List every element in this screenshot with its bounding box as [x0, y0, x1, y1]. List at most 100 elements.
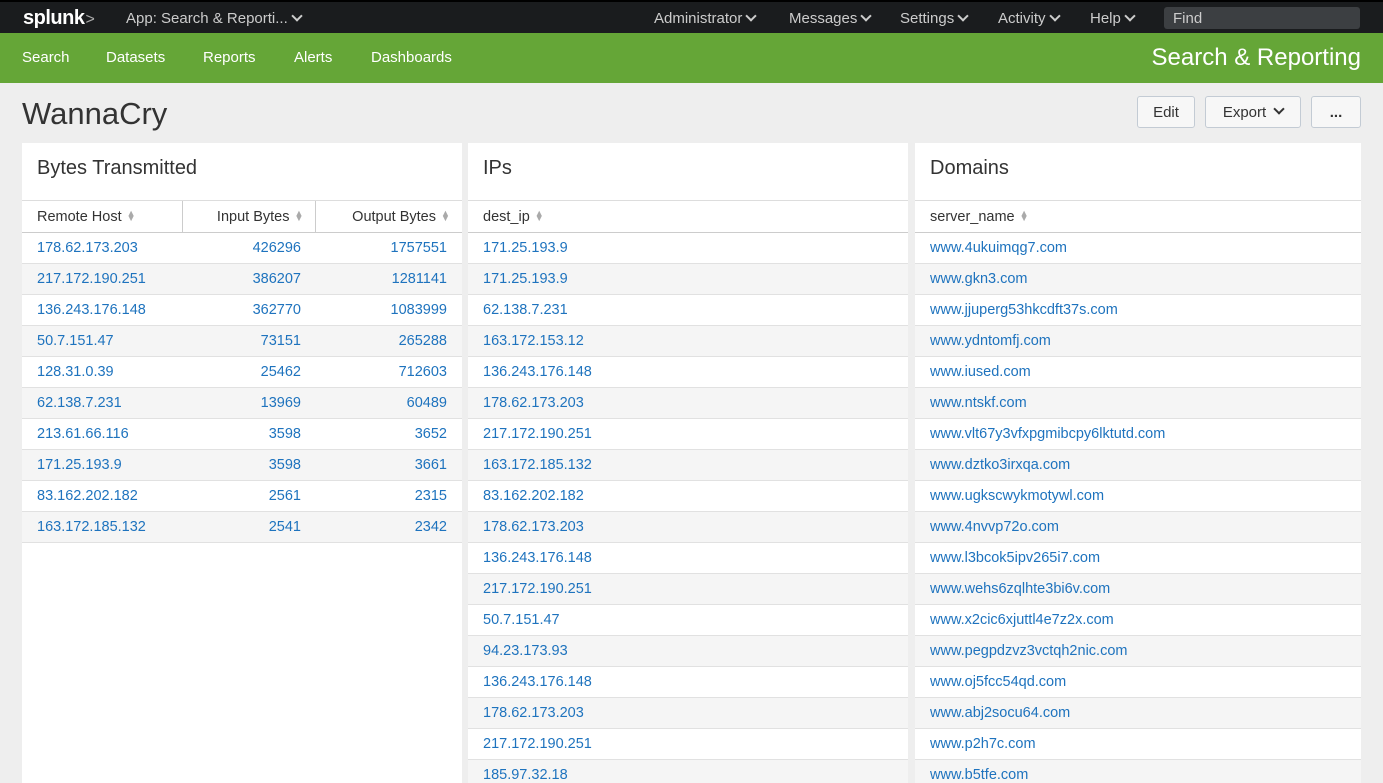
- nav-dashboards[interactable]: Dashboards: [371, 49, 452, 66]
- remote-host-cell[interactable]: 50.7.151.47: [22, 326, 183, 357]
- table-row: 178.62.173.2034262961757551: [22, 233, 462, 264]
- find-input[interactable]: [1164, 7, 1360, 29]
- input-bytes-cell[interactable]: 426296: [183, 233, 316, 264]
- ips-table: dest_ip▲▼ 171.25.193.9171.25.193.962.138…: [468, 201, 908, 783]
- dest-ip-cell[interactable]: 178.62.173.203: [468, 698, 908, 729]
- server-name-cell[interactable]: www.4nvvp72o.com: [915, 512, 1361, 543]
- server-name-cell[interactable]: www.dztko3irxqa.com: [915, 450, 1361, 481]
- input-bytes-cell[interactable]: 2541: [183, 512, 316, 543]
- output-bytes-cell[interactable]: 1281141: [316, 264, 462, 295]
- server-name-cell[interactable]: www.jjuperg53hkcdft37s.com: [915, 295, 1361, 326]
- remote-host-cell[interactable]: 213.61.66.116: [22, 419, 183, 450]
- server-name-cell[interactable]: www.abj2socu64.com: [915, 698, 1361, 729]
- dest-ip-cell[interactable]: 163.172.185.132: [468, 450, 908, 481]
- input-bytes-cell[interactable]: 3598: [183, 450, 316, 481]
- server-name-cell[interactable]: www.iused.com: [915, 357, 1361, 388]
- input-bytes-cell[interactable]: 3598: [183, 419, 316, 450]
- column-header-input-bytes[interactable]: Input Bytes▲▼: [183, 201, 316, 233]
- remote-host-cell[interactable]: 217.172.190.251: [22, 264, 183, 295]
- panel-domains: Domains server_name▲▼ www.4ukuimqg7.comw…: [915, 143, 1361, 783]
- server-name-cell[interactable]: www.b5tfe.com: [915, 760, 1361, 783]
- input-bytes-cell[interactable]: 362770: [183, 295, 316, 326]
- server-name-cell[interactable]: www.vlt67y3vfxpgmibcpy6lktutd.com: [915, 419, 1361, 450]
- column-label: Remote Host: [37, 209, 122, 225]
- menu-messages[interactable]: Messages: [789, 10, 870, 27]
- splunk-logo[interactable]: splunk>: [23, 7, 94, 30]
- output-bytes-cell[interactable]: 2342: [316, 512, 462, 543]
- menu-label: Administrator: [654, 10, 742, 27]
- dest-ip-cell[interactable]: 178.62.173.203: [468, 512, 908, 543]
- remote-host-cell[interactable]: 128.31.0.39: [22, 357, 183, 388]
- nav-datasets[interactable]: Datasets: [106, 49, 165, 66]
- output-bytes-cell[interactable]: 712603: [316, 357, 462, 388]
- remote-host-cell[interactable]: 136.243.176.148: [22, 295, 183, 326]
- output-bytes-cell[interactable]: 3661: [316, 450, 462, 481]
- edit-button[interactable]: Edit: [1137, 96, 1195, 128]
- nav-alerts[interactable]: Alerts: [294, 49, 332, 66]
- server-name-cell[interactable]: www.ydntomfj.com: [915, 326, 1361, 357]
- dest-ip-cell[interactable]: 136.243.176.148: [468, 543, 908, 574]
- column-header-remote-host[interactable]: Remote Host▲▼: [22, 201, 183, 233]
- output-bytes-cell[interactable]: 60489: [316, 388, 462, 419]
- bytes-table: Remote Host▲▼ Input Bytes▲▼ Output Bytes…: [22, 201, 462, 543]
- table-row: 136.243.176.1483627701083999: [22, 295, 462, 326]
- input-bytes-cell[interactable]: 25462: [183, 357, 316, 388]
- dest-ip-cell[interactable]: 136.243.176.148: [468, 667, 908, 698]
- input-bytes-cell[interactable]: 73151: [183, 326, 316, 357]
- column-header-output-bytes[interactable]: Output Bytes▲▼: [316, 201, 462, 233]
- server-name-cell[interactable]: www.ntskf.com: [915, 388, 1361, 419]
- nav-reports[interactable]: Reports: [203, 49, 256, 66]
- input-bytes-cell[interactable]: 386207: [183, 264, 316, 295]
- server-name-cell[interactable]: www.oj5fcc54qd.com: [915, 667, 1361, 698]
- input-bytes-cell[interactable]: 13969: [183, 388, 316, 419]
- panel-bytes-transmitted: Bytes Transmitted Remote Host▲▼ Input By…: [22, 143, 462, 783]
- server-name-cell[interactable]: www.p2h7c.com: [915, 729, 1361, 760]
- output-bytes-cell[interactable]: 1757551: [316, 233, 462, 264]
- output-bytes-cell[interactable]: 1083999: [316, 295, 462, 326]
- table-header-row: server_name▲▼: [915, 201, 1361, 233]
- dest-ip-cell[interactable]: 83.162.202.182: [468, 481, 908, 512]
- server-name-cell[interactable]: www.gkn3.com: [915, 264, 1361, 295]
- dest-ip-cell[interactable]: 185.97.32.18: [468, 760, 908, 783]
- table-row: 178.62.173.203: [468, 698, 908, 729]
- menu-help[interactable]: Help: [1090, 10, 1134, 27]
- dest-ip-cell[interactable]: 171.25.193.9: [468, 233, 908, 264]
- remote-host-cell[interactable]: 62.138.7.231: [22, 388, 183, 419]
- table-header-row: dest_ip▲▼: [468, 201, 908, 233]
- app-menu[interactable]: App: Search & Reporti...: [126, 10, 301, 27]
- dest-ip-cell[interactable]: 163.172.153.12: [468, 326, 908, 357]
- server-name-cell[interactable]: www.4ukuimqg7.com: [915, 233, 1361, 264]
- dest-ip-cell[interactable]: 62.138.7.231: [468, 295, 908, 326]
- column-header-server-name[interactable]: server_name▲▼: [915, 201, 1361, 233]
- server-name-cell[interactable]: www.x2cic6xjuttl4e7z2x.com: [915, 605, 1361, 636]
- dest-ip-cell[interactable]: 217.172.190.251: [468, 419, 908, 450]
- dest-ip-cell[interactable]: 171.25.193.9: [468, 264, 908, 295]
- server-name-cell[interactable]: www.pegpdzvz3vctqh2nic.com: [915, 636, 1361, 667]
- output-bytes-cell[interactable]: 3652: [316, 419, 462, 450]
- remote-host-cell[interactable]: 83.162.202.182: [22, 481, 183, 512]
- remote-host-cell[interactable]: 171.25.193.9: [22, 450, 183, 481]
- more-button[interactable]: ...: [1311, 96, 1361, 128]
- menu-settings[interactable]: Settings: [900, 10, 967, 27]
- output-bytes-cell[interactable]: 265288: [316, 326, 462, 357]
- dest-ip-cell[interactable]: 217.172.190.251: [468, 574, 908, 605]
- server-name-cell[interactable]: www.l3bcok5ipv265i7.com: [915, 543, 1361, 574]
- dest-ip-cell[interactable]: 136.243.176.148: [468, 357, 908, 388]
- nav-search[interactable]: Search: [22, 49, 70, 66]
- dest-ip-cell[interactable]: 178.62.173.203: [468, 388, 908, 419]
- export-button[interactable]: Export: [1205, 96, 1301, 128]
- menu-administrator[interactable]: Administrator: [654, 10, 755, 27]
- table-row: www.jjuperg53hkcdft37s.com: [915, 295, 1361, 326]
- server-name-cell[interactable]: www.ugkscwykmotywl.com: [915, 481, 1361, 512]
- dest-ip-cell[interactable]: 94.23.173.93: [468, 636, 908, 667]
- panel-ips: IPs dest_ip▲▼ 171.25.193.9171.25.193.962…: [468, 143, 908, 783]
- column-header-dest-ip[interactable]: dest_ip▲▼: [468, 201, 908, 233]
- dest-ip-cell[interactable]: 217.172.190.251: [468, 729, 908, 760]
- dest-ip-cell[interactable]: 50.7.151.47: [468, 605, 908, 636]
- remote-host-cell[interactable]: 178.62.173.203: [22, 233, 183, 264]
- menu-activity[interactable]: Activity: [998, 10, 1059, 27]
- input-bytes-cell[interactable]: 2561: [183, 481, 316, 512]
- output-bytes-cell[interactable]: 2315: [316, 481, 462, 512]
- remote-host-cell[interactable]: 163.172.185.132: [22, 512, 183, 543]
- server-name-cell[interactable]: www.wehs6zqlhte3bi6v.com: [915, 574, 1361, 605]
